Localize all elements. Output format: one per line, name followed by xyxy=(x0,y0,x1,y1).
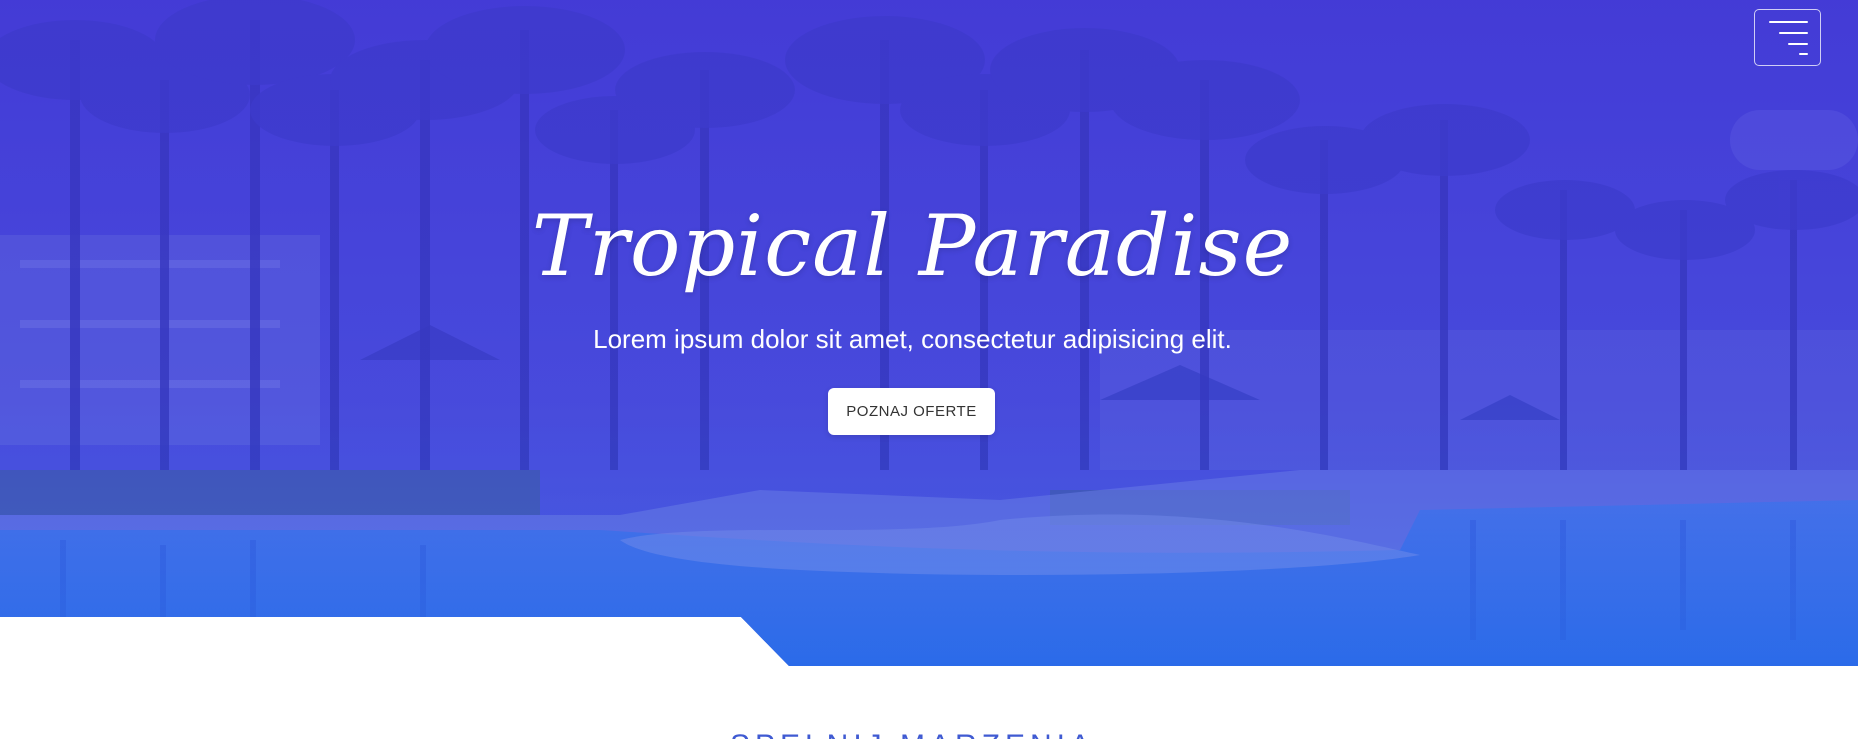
hero-subtitle: Lorem ipsum dolor sit amet, consectetur … xyxy=(593,324,1232,354)
hero-banner: Tropical Paradise Lorem ipsum dolor sit … xyxy=(0,0,1858,666)
section-heading: SPEŁNIJ MARZENIA xyxy=(0,728,1825,739)
page: Tropical Paradise Lorem ipsum dolor sit … xyxy=(0,0,1858,739)
menu-toggle-button[interactable] xyxy=(1754,9,1821,66)
hero-title: Tropical Paradise xyxy=(531,197,1294,295)
poznaj-oferte-button[interactable]: POZNAJ OFERTE xyxy=(828,388,995,435)
